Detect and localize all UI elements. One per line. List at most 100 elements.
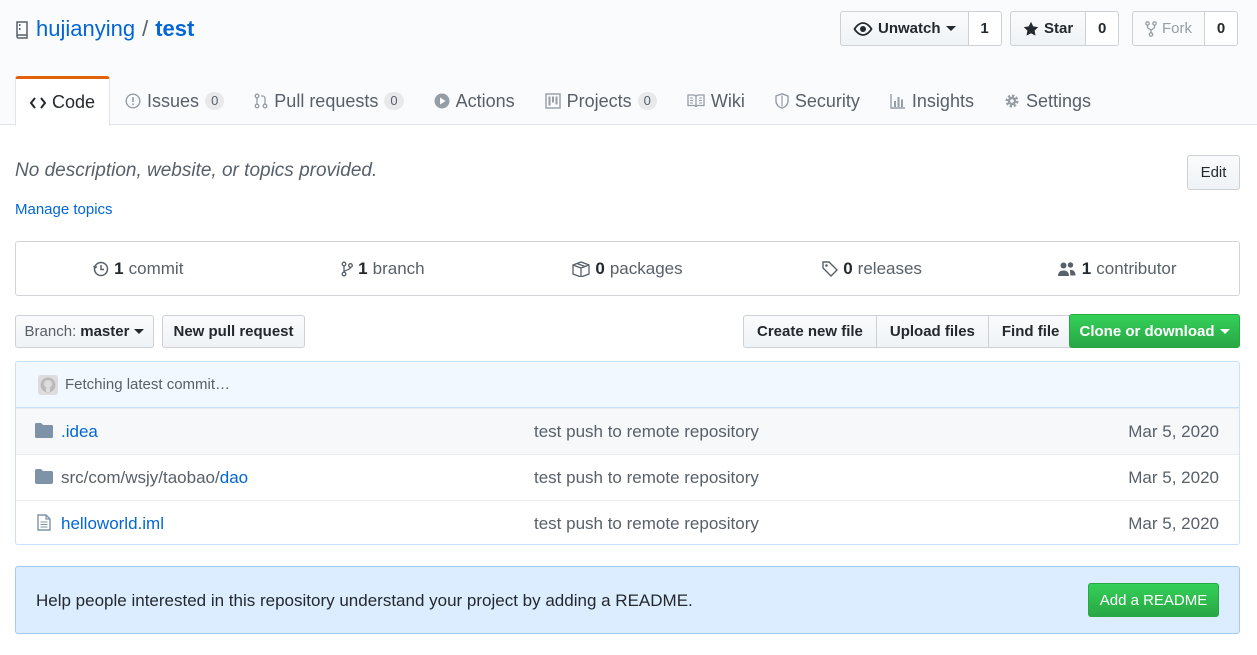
tab-label: Insights [911,90,974,111]
watch-group: Unwatch 1 [840,11,1002,46]
tab-code[interactable]: Code [15,76,111,126]
fork-group: Fork 0 [1132,11,1238,46]
repo-separator: / [142,16,149,41]
package-icon [572,260,591,277]
repo-nav-tabs: Code Issues 0 Pull requests 0 Actions Pr… [15,76,1106,126]
numbers-summary: 1 commit 1 branch 0 packages 0 releases … [15,241,1240,296]
eye-icon [853,21,873,36]
tab-label: Projects [566,90,632,111]
history-icon [93,261,109,276]
repo-icon [15,19,31,39]
upload-files-button[interactable]: Upload files [875,315,989,348]
pull-request-icon [254,93,268,109]
clone-or-download-button[interactable]: Clone or download [1069,314,1240,348]
commit-message-link[interactable]: test push to remote repository [534,422,759,442]
graph-icon [890,94,905,109]
table-row: .idea test push to remote repository Mar… [16,408,1239,454]
commit-age: Mar 5, 2020 [1128,421,1219,441]
folder-icon [35,469,53,484]
tab-actions[interactable]: Actions [419,76,530,125]
contributors-count: 1 [1081,258,1092,278]
repo-owner-link[interactable]: hujianying [36,16,135,42]
commit-message-link[interactable]: test push to remote repository [534,514,759,534]
fork-label: Fork [1162,20,1192,37]
branch-select-button[interactable]: Branch: master [15,315,154,348]
fork-icon [1145,20,1157,37]
star-count[interactable]: 0 [1086,11,1120,46]
tab-wiki[interactable]: Wiki [672,76,760,125]
releases-count: 0 [843,258,853,278]
commits-summary[interactable]: 1 commit [16,242,261,295]
file-table: Fetching latest commit… .idea test push … [15,361,1240,545]
branches-label: branch [372,258,425,278]
book-icon [687,94,705,108]
branch-select-value: master [80,323,130,340]
chevron-down-icon [945,26,956,31]
projects-counter: 0 [637,92,657,110]
project-icon [544,93,561,109]
find-file-button[interactable]: Find file [987,315,1074,348]
tab-label: Actions [455,90,515,111]
pull-requests-counter: 0 [384,92,404,110]
people-icon [1057,261,1076,276]
folder-icon [35,423,53,438]
tab-pull-requests[interactable]: Pull requests 0 [239,76,418,125]
create-new-file-button[interactable]: Create new file [743,315,877,348]
tab-projects[interactable]: Projects 0 [530,76,672,125]
packages-label: packages [609,258,683,278]
fork-count[interactable]: 0 [1205,11,1238,46]
add-readme-button[interactable]: Add a README [1088,583,1219,617]
unwatch-label: Unwatch [878,20,941,37]
tab-label: Code [52,92,96,112]
packages-count: 0 [595,258,605,278]
table-row: src/com/wsjy/taobao/dao test push to rem… [16,454,1239,500]
fork-button[interactable]: Fork [1132,11,1205,46]
shield-icon [775,93,789,109]
commit-age: Mar 5, 2020 [1128,467,1219,487]
commit-message-link[interactable]: test push to remote repository [534,468,759,488]
clone-label: Clone or download [1079,322,1215,340]
contributors-summary[interactable]: 1 contributor [994,242,1239,295]
releases-summary[interactable]: 0 releases [750,242,995,295]
tab-label: Pull requests [274,90,379,111]
star-label: Star [1044,20,1074,37]
tab-insights[interactable]: Insights [875,76,989,125]
readme-prompt-text: Help people interested in this repositor… [36,591,693,610]
edit-description-button[interactable]: Edit [1187,155,1240,190]
branches-count: 1 [358,258,368,278]
file-name-link[interactable]: src/com/wsjy/taobao/dao [61,468,248,488]
tab-settings[interactable]: Settings [989,76,1106,125]
play-icon [434,93,450,109]
manage-topics-link[interactable]: Manage topics [15,201,113,218]
watch-count[interactable]: 1 [968,11,1002,46]
code-icon [30,96,46,109]
branches-summary[interactable]: 1 branch [261,242,506,295]
tab-security[interactable]: Security [760,76,875,125]
repo-name-link[interactable]: test [155,16,194,42]
chevron-down-icon [134,329,145,334]
table-row: helloworld.iml test push to remote repos… [16,500,1239,544]
chevron-down-icon [1219,328,1230,334]
gear-icon [1005,94,1019,108]
star-button[interactable]: Star [1010,11,1087,46]
commits-count: 1 [114,258,124,278]
octocat-icon [40,377,56,392]
commits-label: commit [128,258,184,278]
contributors-label: contributor [1096,258,1177,278]
tab-issues[interactable]: Issues 0 [110,76,239,125]
commit-age: Mar 5, 2020 [1128,513,1219,533]
commit-tease: Fetching latest commit… [16,362,1239,408]
tab-label: Security [794,90,860,111]
commit-tease-text: Fetching latest commit… [65,376,231,393]
star-icon [1023,21,1039,36]
packages-summary[interactable]: 0 packages [505,242,750,295]
releases-label: releases [857,258,922,278]
file-name-link[interactable]: helloworld.iml [61,514,164,534]
tab-label: Settings [1025,90,1092,111]
unwatch-button[interactable]: Unwatch [840,11,969,46]
branch-icon [341,261,354,276]
tab-label: Wiki [710,90,745,111]
new-pull-request-button[interactable]: New pull request [162,315,305,348]
file-name-link[interactable]: .idea [61,422,98,442]
tag-icon [822,260,839,277]
